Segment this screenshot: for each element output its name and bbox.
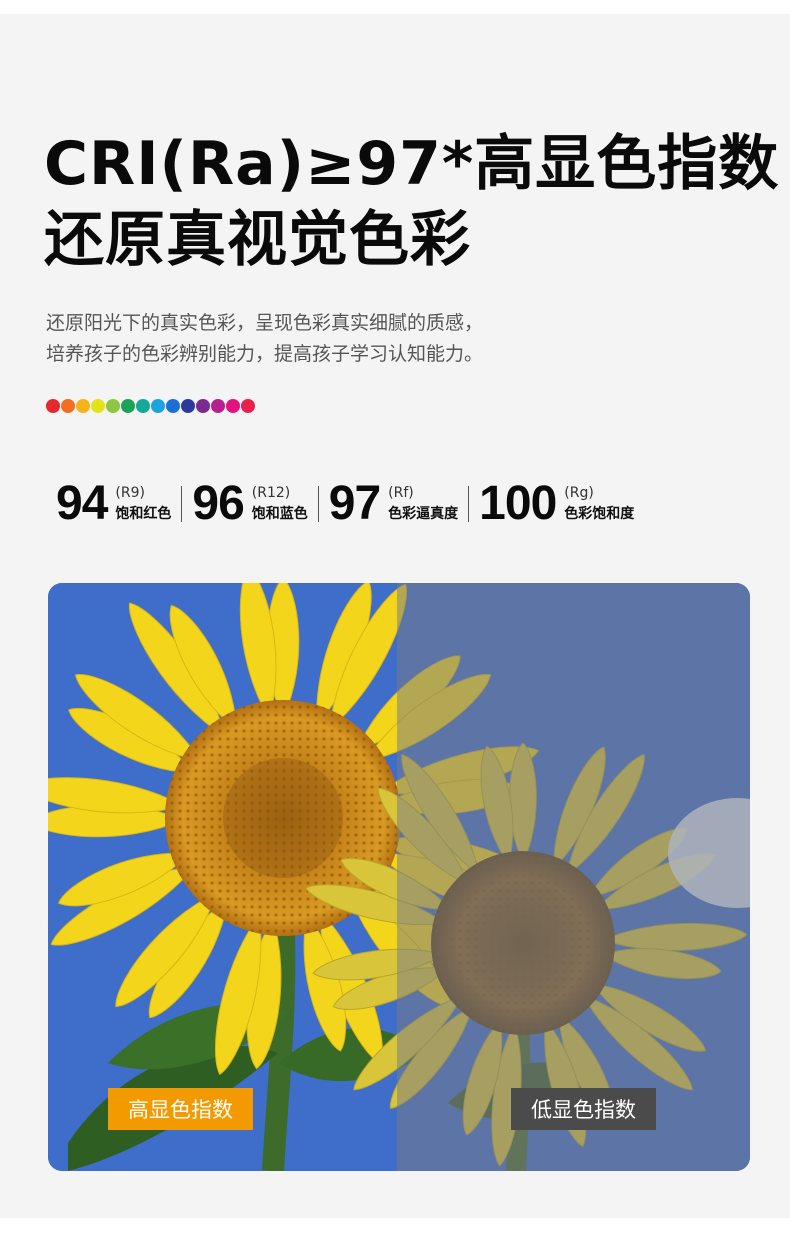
- stat-label: 色彩逼真度: [388, 506, 459, 522]
- stat-code: (Rg): [564, 485, 594, 502]
- stat-code: (R12): [251, 485, 291, 502]
- sunflower-illustration: [48, 583, 750, 1171]
- color-dot: [151, 399, 165, 413]
- divider: [468, 486, 470, 522]
- stat-value: 97: [328, 477, 381, 530]
- headline-line-1: CRI(Ra)≥97*高显色指数: [44, 129, 780, 199]
- color-dot: [91, 399, 105, 413]
- stat-label: 色彩饱和度: [564, 506, 635, 522]
- color-dot: [166, 399, 180, 413]
- color-dot: [106, 399, 120, 413]
- divider: [317, 486, 319, 522]
- headline: CRI(Ra)≥97*高显色指数 还原真视觉色彩: [44, 126, 779, 278]
- stat-r12: 96 (R12) 饱和蓝色: [192, 480, 307, 528]
- color-dot: [181, 399, 195, 413]
- sunflower-comparison-image: 高显色指数 低显色指数: [48, 583, 750, 1171]
- description-line-2: 培养孩子的色彩辨别能力，提高孩子学习认知能力。: [46, 343, 484, 365]
- divider: [181, 486, 183, 522]
- stat-value: 96: [192, 477, 244, 530]
- stats-row: 94 (R9) 饱和红色 96 (R12) 饱和蓝色 97 (Rf) 色彩逼真度…: [56, 474, 634, 534]
- color-dots: [46, 399, 255, 413]
- color-dot: [196, 399, 210, 413]
- stat-rg: 100 (Rg) 色彩饱和度: [479, 480, 634, 528]
- stat-label: 饱和红色: [115, 506, 172, 522]
- color-dot: [121, 399, 135, 413]
- description-line-1: 还原阳光下的真实色彩，呈现色彩真实细腻的质感，: [46, 312, 484, 334]
- headline-line-2: 还原真视觉色彩: [44, 205, 471, 275]
- color-dot: [46, 399, 60, 413]
- stat-code: (Rf): [388, 485, 414, 502]
- stat-rf: 97 (Rf) 色彩逼真度: [329, 480, 458, 528]
- stat-value: 100: [479, 477, 557, 530]
- color-dot: [241, 399, 255, 413]
- color-dot: [211, 399, 225, 413]
- color-dot: [76, 399, 90, 413]
- color-dot: [61, 399, 75, 413]
- stat-label: 饱和蓝色: [251, 506, 308, 522]
- high-cri-label: 高显色指数: [108, 1088, 253, 1130]
- low-cri-label: 低显色指数: [511, 1088, 656, 1130]
- color-dot: [226, 399, 240, 413]
- description: 还原阳光下的真实色彩，呈现色彩真实细腻的质感， 培养孩子的色彩辨别能力，提高孩子…: [46, 308, 483, 370]
- color-dot: [136, 399, 150, 413]
- stat-r9: 94 (R9) 饱和红色: [56, 480, 171, 528]
- stat-value: 94: [56, 477, 108, 530]
- stat-code: (R9): [115, 485, 145, 502]
